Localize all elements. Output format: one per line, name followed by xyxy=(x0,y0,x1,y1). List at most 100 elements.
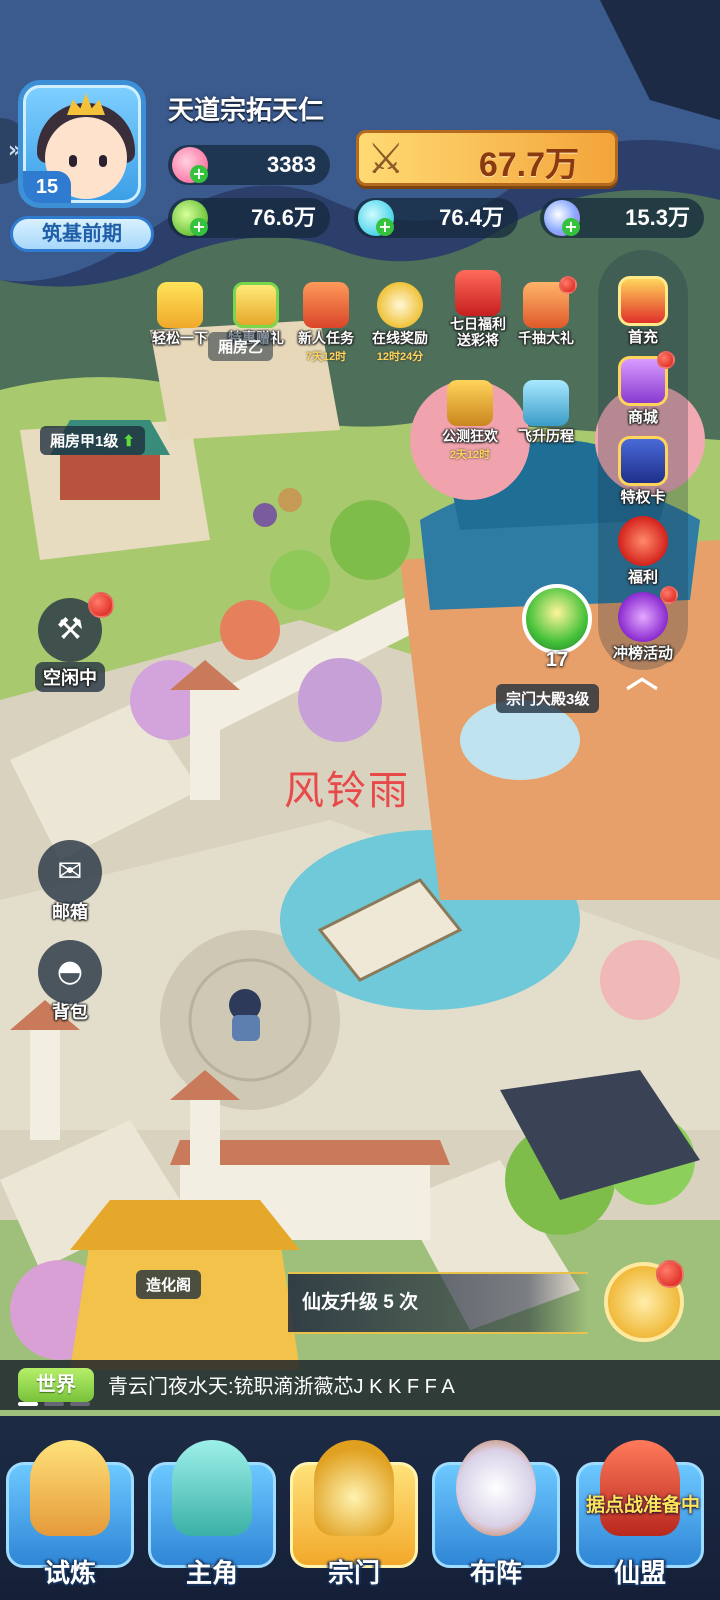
calendar-icon xyxy=(455,270,501,316)
event-ascension-journey-label: 飞升历程 xyxy=(518,428,574,444)
meditating-hero-icon xyxy=(172,1440,252,1536)
upgrade-arrow-icon: ⬆ xyxy=(122,433,135,450)
peach-amount: 3383 xyxy=(267,152,316,177)
red-pouch-icon xyxy=(618,516,668,566)
menu-ranking-event[interactable]: 冲榜活动 xyxy=(598,586,688,663)
event-newbie-task-label: 新人任务 xyxy=(298,330,354,346)
purple-flame-icon xyxy=(618,586,678,642)
event-thousand-draw[interactable]: 千抽大礼 xyxy=(508,276,584,348)
clock-icon xyxy=(377,282,423,328)
trial-shrine-icon xyxy=(30,1440,110,1536)
event-thousand-draw-label: 千抽大礼 xyxy=(518,330,574,346)
jade-amount: 76.6万 xyxy=(251,205,316,230)
notification-dot xyxy=(88,592,114,618)
event-relax[interactable]: 轻松一下 xyxy=(142,282,218,348)
event-relax-label: 轻松一下 xyxy=(152,330,208,346)
gem-resource[interactable]: + 76.4万 xyxy=(354,198,518,238)
menu-shop[interactable]: 商城 xyxy=(598,351,688,427)
chat-page-indicator xyxy=(70,1402,90,1406)
nav-sect-label: 宗门 xyxy=(327,1558,380,1588)
event-online-reward[interactable]: 在线奖励 12时24分 xyxy=(362,282,438,364)
crossed-swords-icon: ⚔ xyxy=(367,134,405,183)
event-ascension-journey[interactable]: 飞升历程 xyxy=(508,380,584,446)
gift-box-icon xyxy=(618,351,675,406)
idle-status-button[interactable]: ⚒ 空闲中 xyxy=(32,592,114,692)
spirit-amount: 15.3万 xyxy=(625,205,690,230)
event-beta-carnival-label: 公测狂欢 xyxy=(442,428,498,444)
gem-amount: 76.4万 xyxy=(439,205,504,230)
menu-first-recharge-label: 首充 xyxy=(627,329,658,346)
avatar-eye xyxy=(99,155,107,167)
nav-hero[interactable]: 主角 xyxy=(144,1440,280,1590)
notification-dot xyxy=(656,1260,684,1288)
jade-resource[interactable]: + 76.6万 xyxy=(168,198,330,238)
alliance-banner-icon xyxy=(600,1440,680,1536)
event-newbie-task-timer: 7天12时 xyxy=(305,351,347,363)
menu-welfare-label: 福利 xyxy=(627,569,658,586)
add-peach-icon[interactable]: + xyxy=(190,165,208,183)
add-spirit-icon[interactable]: + xyxy=(562,218,580,236)
menu-first-recharge[interactable]: 首充 xyxy=(598,276,688,347)
idle-status-label: 空闲中 xyxy=(35,662,105,692)
nav-alliance-label: 仙盟 xyxy=(613,1558,666,1588)
avatar-crown-icon xyxy=(67,93,105,115)
combat-power-panel[interactable]: ⚔ 67.7万 xyxy=(356,130,618,186)
sect-hall-level-badge[interactable]: 17 xyxy=(522,584,592,671)
backpack-button[interactable]: ◓ 背包 xyxy=(32,940,108,1024)
add-gem-icon[interactable]: + xyxy=(376,218,394,236)
player-avatar[interactable]: 15 xyxy=(18,80,146,208)
building-label-forge[interactable]: 造化阁 xyxy=(136,1270,202,1299)
notification-dot xyxy=(559,276,577,294)
nav-formation[interactable]: 布阵 xyxy=(428,1440,564,1590)
notification-dot xyxy=(657,351,675,369)
menu-shop-label: 商城 xyxy=(627,409,658,426)
lucky-bag-icon xyxy=(523,276,577,328)
event-online-reward-timer: 12时24分 xyxy=(376,351,424,363)
nav-hero-label: 主角 xyxy=(185,1558,238,1588)
task-scroll-icon xyxy=(303,282,349,328)
avatar-eye xyxy=(69,155,77,167)
chat-page-indicator xyxy=(44,1402,64,1406)
star-card-icon xyxy=(618,436,668,486)
spirit-resource[interactable]: + 15.3万 xyxy=(540,198,704,238)
gift-box-icon xyxy=(233,282,279,328)
chat-bar[interactable]: 世界 青云门夜水天:铳职滴浙薇芯J K K F F A xyxy=(0,1360,720,1410)
chat-message: 青云门夜水天:铳职滴浙薇芯J K K F F A xyxy=(108,1376,455,1398)
notification-dot xyxy=(660,586,678,604)
watermark-text: 风铃雨 xyxy=(284,768,410,813)
peach-resource[interactable]: + 3383 xyxy=(168,145,330,185)
building-label-wing-a[interactable]: 厢房甲1级 ⬆ xyxy=(40,426,145,455)
gamepad-icon xyxy=(157,282,203,328)
nav-trial[interactable]: 试炼 xyxy=(2,1440,138,1590)
collapse-menu-chevron-up-icon[interactable]: ︿ xyxy=(616,656,668,696)
menu-privilege-card[interactable]: 特权卡 xyxy=(598,436,688,507)
nav-alliance[interactable]: 据点战准备中 仙盟 xyxy=(572,1440,708,1590)
player-level-badge: 15 xyxy=(23,171,71,203)
combat-power-value: 67.7万 xyxy=(478,146,579,184)
event-beta-carnival[interactable]: 公测狂欢 2天12时 xyxy=(432,380,508,462)
sect-hall-badge-number: 17 xyxy=(545,649,569,671)
building-label-wing-b[interactable]: 厢房乙 xyxy=(208,332,274,361)
chat-page-indicator xyxy=(18,1402,38,1406)
nav-sect[interactable]: 宗门 xyxy=(286,1440,422,1590)
building-label-sect-hall[interactable]: 宗门大殿3级 xyxy=(496,684,600,713)
event-online-reward-label: 在线奖励 xyxy=(372,330,428,346)
event-newbie-task[interactable]: 新人任务 7天12时 xyxy=(288,282,364,364)
building-label-wing-a-text: 厢房甲1级 xyxy=(50,433,119,450)
mailbox-button[interactable]: ✉ 邮箱 xyxy=(32,840,108,924)
add-jade-icon[interactable]: + xyxy=(190,218,208,236)
hammer-icon: ⚒ xyxy=(38,592,114,662)
nav-trial-label: 试炼 xyxy=(43,1558,96,1588)
menu-welfare[interactable]: 福利 xyxy=(598,516,688,587)
event-seven-day[interactable]: 七日福利 送彩将 xyxy=(440,270,516,348)
yin-yang-mirror-icon xyxy=(456,1440,536,1536)
mountain-peak-icon xyxy=(523,380,569,426)
alliance-status-banner: 据点战准备中 xyxy=(585,1495,700,1516)
chat-channel-tab[interactable]: 世界 xyxy=(18,1368,94,1402)
treasure-chest-icon xyxy=(447,380,493,426)
cultivation-realm-badge[interactable]: 筑基前期 xyxy=(10,216,154,252)
current-quest-bar[interactable]: 仙友升级 5 次 xyxy=(288,1272,588,1334)
nav-formation-label: 布阵 xyxy=(469,1558,522,1588)
quest-scroll-button[interactable] xyxy=(604,1260,684,1342)
incense-cauldron-icon xyxy=(314,1440,394,1536)
